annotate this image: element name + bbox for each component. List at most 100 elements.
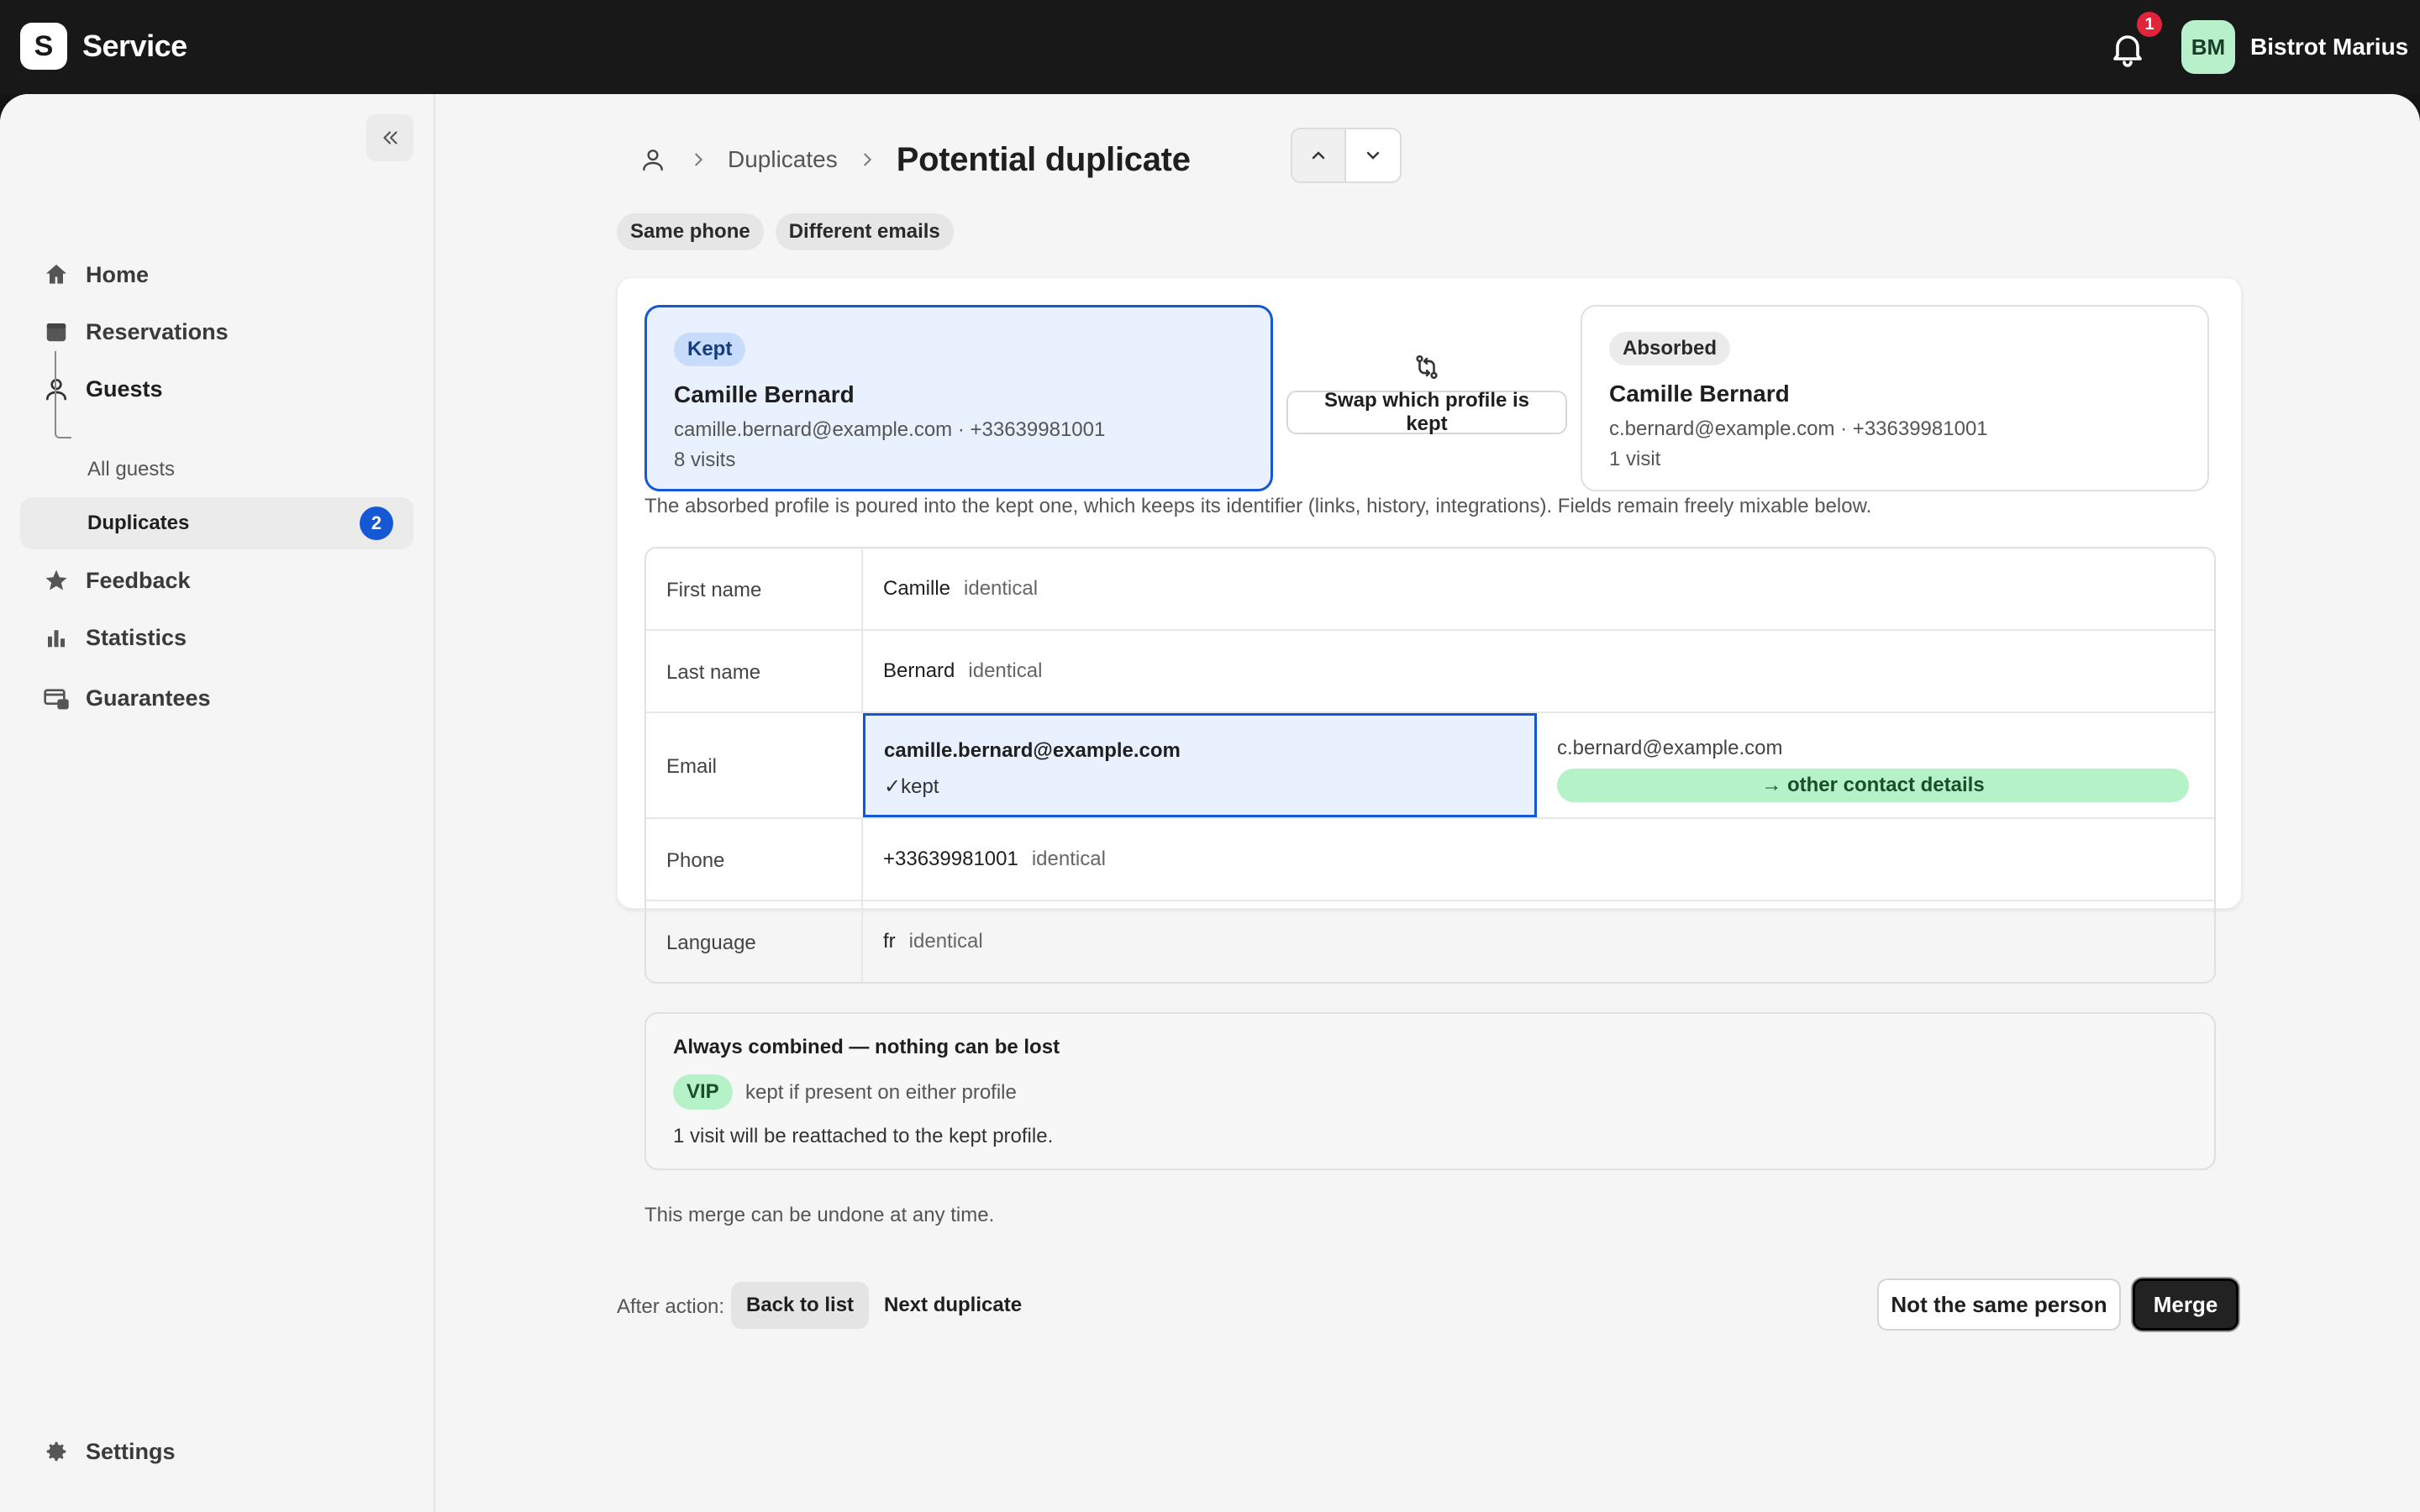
user-name: Bistrot Marius [2250, 34, 2409, 60]
sidebar-item-label: Feedback [86, 567, 191, 593]
sidebar-item-reservations[interactable]: Reservations [20, 306, 413, 358]
vip-description: kept if present on either profile [745, 1081, 1017, 1104]
field-value: Bernard identical [883, 659, 1042, 683]
combined-title: Always combined — nothing can be lost [673, 1036, 1060, 1058]
sidebar-subitem-all-guests[interactable]: All guests [20, 444, 413, 496]
sidebar-item-feedback[interactable]: Feedback [20, 554, 413, 606]
field-row-first-name: First name Camille identical [646, 549, 2214, 631]
sidebar-item-label: Statistics [86, 624, 187, 650]
sidebar-subitem-label: All guests [87, 458, 176, 480]
email-alternate-value: c.bernard@example.com [1557, 737, 1783, 759]
field-row-language: Language fr identical [646, 901, 2214, 982]
app-shell: Home Reservations Guests All guests Dupl… [0, 94, 2420, 1512]
tag-different-emails: Different emails [775, 213, 954, 250]
undo-note: This merge can be undone at any time. [644, 1204, 995, 1226]
calendar-icon [40, 316, 72, 348]
vip-badge: VIP [673, 1074, 733, 1110]
brand-logo: S [20, 23, 67, 70]
phone-value: +33639981001 [883, 848, 1018, 870]
after-action-next-duplicate[interactable]: Next duplicate [869, 1282, 1037, 1329]
sidebar-item-label: Settings [86, 1438, 176, 1464]
previous-duplicate-button[interactable] [1292, 129, 1347, 181]
sidebar-item-label: Home [86, 261, 150, 287]
gear-icon [40, 1436, 72, 1467]
sidebar-item-guarantees[interactable]: Guarantees [20, 672, 413, 724]
breadcrumb-duplicates-link[interactable]: Duplicates [728, 146, 838, 173]
field-label: Phone [666, 849, 725, 872]
notification-badge: 1 [2137, 12, 2162, 37]
reattach-text: 1 visit will be reattached to the kept p… [673, 1125, 1054, 1147]
field-label: Language [666, 932, 756, 954]
home-icon [40, 259, 72, 291]
absorbed-profile-name: Camille Bernard [1609, 381, 1790, 407]
sidebar-item-label: Guarantees [86, 685, 211, 711]
sidebar-item-home[interactable]: Home [20, 249, 413, 301]
field-row-phone: Phone +33639981001 identical [646, 819, 2214, 901]
duplicates-count-badge: 2 [360, 507, 393, 540]
kept-profile-visits: 8 visits [674, 449, 736, 471]
sidebar-item-settings[interactable]: Settings [20, 1425, 413, 1478]
other-contact-details-chip: → other contact details [1557, 769, 2189, 802]
chevron-right-icon [686, 147, 711, 172]
column-divider [861, 549, 863, 629]
action-bar: After action: Back to list Next duplicat… [617, 1278, 2242, 1334]
identical-label: identical [968, 659, 1043, 682]
email-kept-option[interactable]: camille.bernard@example.com ✓kept [863, 713, 1537, 817]
always-combined-panel: Always combined — nothing can be lost VI… [644, 1012, 2216, 1170]
merge-card: Kept Camille Bernard camille.bernard@exa… [617, 277, 2242, 1226]
field-row-last-name: Last name Bernard identical [646, 631, 2214, 713]
field-label: Email [666, 755, 718, 778]
column-divider [861, 819, 863, 900]
swap-icon [1410, 350, 1444, 384]
field-label: First name [666, 579, 762, 601]
brand[interactable]: S Service [20, 23, 187, 70]
page-title: Potential duplicate [896, 140, 1191, 178]
after-action-label: After action: [617, 1295, 725, 1318]
sidebar-item-statistics[interactable]: Statistics [20, 612, 413, 664]
next-duplicate-arrow-button[interactable] [1346, 129, 1400, 181]
field-value: fr identical [883, 930, 983, 953]
merge-explanation: The absorbed profile is poured into the … [644, 495, 1872, 517]
field-value: Camille identical [883, 577, 1038, 601]
user-menu[interactable]: BM Bistrot Marius [2181, 20, 2408, 74]
kept-profile-card[interactable]: Kept Camille Bernard camille.bernard@exa… [644, 305, 1273, 491]
field-label: Last name [666, 661, 761, 684]
sidebar-subitem-label: Duplicates [87, 512, 190, 534]
kept-profile-name: Camille Bernard [674, 381, 855, 407]
top-bar: S Service 1 BM Bistrot Marius [0, 0, 2420, 94]
collapse-sidebar-button[interactable] [366, 114, 413, 161]
sidebar-item-label: Reservations [86, 318, 229, 344]
swap-kept-profile-button[interactable]: Swap which profile is kept [1286, 389, 1567, 435]
field-row-email: Email camille.bernard@example.com ✓kept … [646, 713, 2214, 819]
breadcrumb: Duplicates Potential duplicate [637, 133, 1191, 186]
absorbed-profile-contact: c.bernard@example.com · +33639981001 [1609, 417, 1988, 440]
app-name: Service [82, 29, 187, 63]
email-alternate-option[interactable]: c.bernard@example.com → other contact de… [1557, 713, 2209, 817]
chevron-right-icon [855, 147, 880, 172]
after-action-back-to-list[interactable]: Back to list [731, 1282, 870, 1329]
absorbed-badge: Absorbed [1609, 332, 1731, 365]
tree-branch [55, 422, 71, 438]
field-comparison-table: First name Camille identical Last name B… [644, 547, 2216, 984]
merge-button[interactable]: Merge [2133, 1278, 2238, 1331]
kept-badge: Kept [674, 333, 746, 366]
column-divider [861, 901, 863, 982]
field-value: +33639981001 identical [883, 848, 1106, 871]
chevron-up-icon [1312, 151, 1325, 160]
absorbed-profile-card[interactable]: Absorbed Camille Bernard c.bernard@examp… [1581, 305, 2209, 491]
sidebar-subitem-duplicates[interactable]: Duplicates 2 [20, 497, 413, 549]
person-icon [40, 373, 72, 405]
column-divider [861, 631, 863, 711]
star-icon [40, 564, 72, 596]
first-name-value: Camille [883, 577, 951, 600]
sidebar-item-guests[interactable]: Guests [20, 363, 413, 415]
person-icon[interactable] [637, 144, 669, 176]
avatar: BM [2181, 20, 2235, 74]
identical-label: identical [964, 577, 1039, 600]
identical-label: identical [1031, 848, 1106, 870]
not-same-person-button[interactable]: Not the same person [1877, 1278, 2121, 1331]
kept-profile-contact: camille.bernard@example.com · +336399810… [674, 418, 1106, 441]
absorbed-profile-visits: 1 visit [1609, 448, 1661, 470]
tag-same-phone: Same phone [617, 213, 764, 250]
record-pager [1291, 128, 1402, 183]
